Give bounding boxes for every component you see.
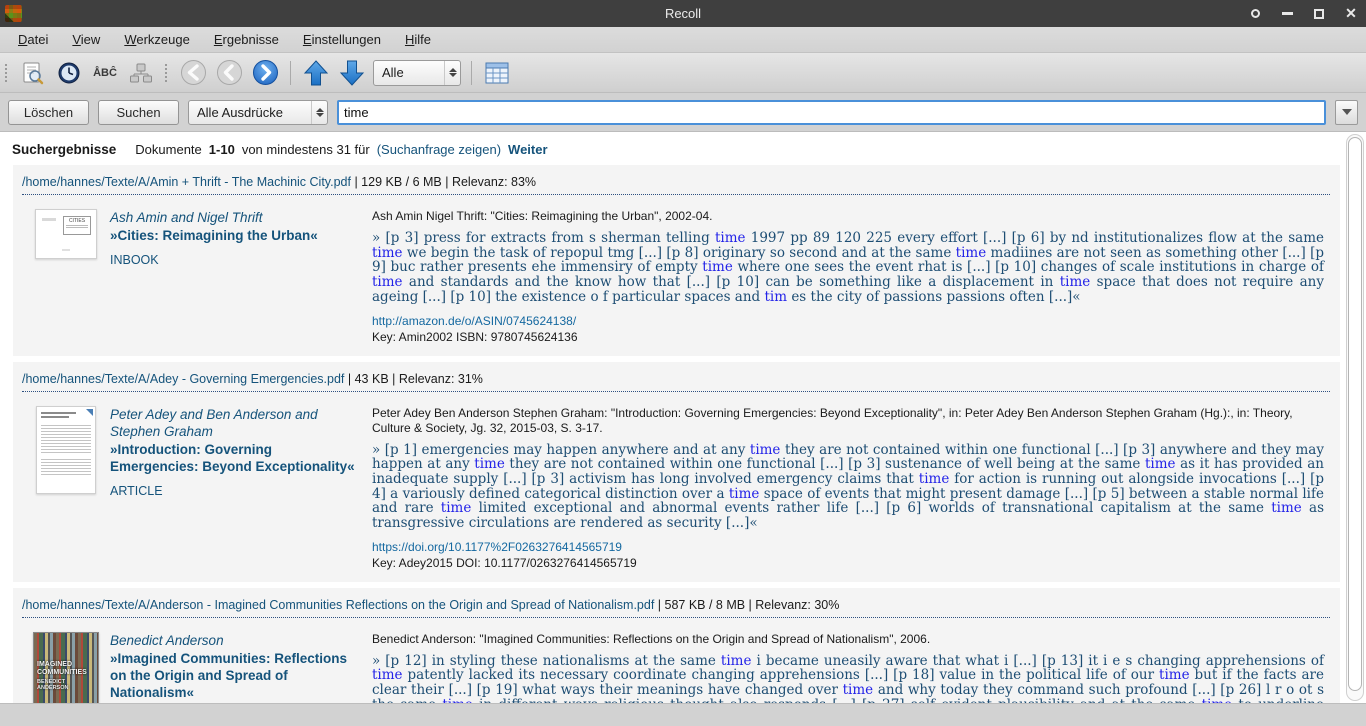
result-range: 1-10: [209, 142, 235, 157]
thumb-cover-text: CITIES: [69, 218, 85, 224]
search-mode-value: Alle Ausdrücke: [189, 105, 311, 120]
result-thumbnail[interactable]: IMAGINED COMMUNITIES BENEDICT ANDERSON: [33, 632, 99, 703]
show-query-link[interactable]: (Suchanfrage zeigen): [377, 142, 501, 157]
result-snippet: » [p 3] press for extracts from s sherma…: [372, 231, 1324, 305]
result-path-row: /home/hannes/Texte/A/Adey - Governing Em…: [22, 368, 1330, 391]
result-item: /home/hannes/Texte/A/Adey - Governing Em…: [13, 362, 1340, 582]
dotted-separator: [22, 617, 1330, 618]
toolbar-grip[interactable]: [5, 64, 9, 82]
spinner-arrows-icon: [444, 61, 460, 85]
thumb-cover-text: COMMUNITIES: [37, 669, 87, 677]
result-title: »Introduction: Governing Emergencies: Be…: [110, 441, 358, 475]
menu-view[interactable]: View: [60, 29, 112, 50]
result-authors: Peter Adey and Ben Anderson and Stephen …: [110, 406, 358, 440]
next-page-link[interactable]: Weiter: [508, 142, 548, 157]
dotted-separator: [22, 391, 1330, 392]
previous-page-icon[interactable]: [214, 58, 244, 88]
term-explorer-abc-icon[interactable]: ÅBĈ: [90, 58, 120, 88]
result-key: Key: Adey2015 DOI: 10.1177/0263276414565…: [372, 556, 1324, 570]
toolbar-grip[interactable]: [165, 64, 169, 82]
sort-by-date-clock-icon[interactable]: [54, 58, 84, 88]
window-menu-icon[interactable]: [1248, 7, 1262, 21]
thumb-cover-text: IMAGINED: [37, 661, 87, 669]
result-citation: Benedict Anderson: "Imagined Communities…: [372, 632, 1324, 647]
result-authors: Ash Amin and Nigel Thrift: [110, 209, 358, 226]
menu-einstellungen[interactable]: Einstellungen: [291, 29, 393, 50]
result-item: /home/hannes/Texte/A/Anderson - Imagined…: [13, 588, 1340, 703]
result-title: »Imagined Communities: Reflections on th…: [110, 650, 358, 701]
scroll-up-icon[interactable]: [301, 58, 331, 88]
next-page-icon[interactable]: [250, 58, 280, 88]
result-url-link[interactable]: http://amazon.de/o/ASIN/0745624138/: [372, 314, 1324, 328]
result-thumbnail[interactable]: [36, 406, 96, 494]
result-url-link[interactable]: https://doi.org/10.1177%2F02632764145657…: [372, 540, 1324, 554]
statusbar: [0, 703, 1366, 726]
menu-hilfe[interactable]: Hilfe: [393, 29, 443, 50]
result-path-row: /home/hannes/Texte/A/Anderson - Imagined…: [22, 594, 1330, 617]
result-authors: Benedict Anderson: [110, 632, 358, 649]
first-page-icon[interactable]: [178, 58, 208, 88]
clear-button[interactable]: Löschen: [8, 100, 89, 125]
result-path-link[interactable]: /home/hannes/Texte/A/Amin + Thrift - The…: [22, 175, 351, 189]
result-path-link[interactable]: /home/hannes/Texte/A/Adey - Governing Em…: [22, 372, 344, 386]
menu-ergebnisse[interactable]: Ergebnisse: [202, 29, 291, 50]
result-path-row: /home/hannes/Texte/A/Amin + Thrift - The…: [22, 171, 1330, 194]
result-title: »Cities: Reimagining the Urban«: [110, 227, 358, 244]
thumb-cover-text: ANDERSON: [37, 685, 68, 692]
maximize-icon[interactable]: [1312, 7, 1326, 21]
result-path-link[interactable]: /home/hannes/Texte/A/Anderson - Imagined…: [22, 598, 654, 612]
close-icon[interactable]: ✕: [1344, 7, 1358, 21]
vertical-scrollbar[interactable]: [1346, 134, 1364, 701]
result-meta: | 129 KB / 6 MB | Relevanz: 83%: [351, 175, 536, 189]
toolbar-separator: [471, 61, 472, 85]
search-button[interactable]: Suchen: [98, 100, 179, 125]
result-doctype: INBOOK: [110, 253, 358, 267]
results-header: Suchergebnisse Dokumente 1-10 von mindes…: [0, 132, 1344, 165]
result-snippet: » [p 12] in styling these nationalisms a…: [372, 654, 1324, 703]
dotted-separator: [22, 194, 1330, 195]
result-citation: Peter Adey Ben Anderson Stephen Graham: …: [372, 406, 1324, 436]
result-meta: | 43 KB | Relevanz: 31%: [344, 372, 483, 386]
result-thumbnail[interactable]: CITIES: [35, 209, 97, 259]
preview-document-icon[interactable]: [18, 58, 48, 88]
spinner-arrows-icon: [311, 101, 327, 124]
result-doctype: ARTICLE: [110, 484, 358, 498]
results-count-text: von mindestens 31 für: [242, 142, 370, 157]
scroll-down-icon[interactable]: [337, 58, 367, 88]
search-input[interactable]: [337, 100, 1326, 125]
result-table-view-icon[interactable]: [482, 58, 512, 88]
minimize-icon[interactable]: [1280, 7, 1294, 21]
menubar: Datei View Werkzeuge Ergebnisse Einstell…: [0, 27, 1366, 53]
result-key: Key: Amin2002 ISBN: 9780745624136: [372, 330, 1324, 344]
menu-werkzeuge[interactable]: Werkzeuge: [112, 29, 202, 50]
category-filter-value: Alle: [374, 65, 444, 80]
sort-parameters-tree-icon[interactable]: [126, 58, 156, 88]
search-history-dropdown-button[interactable]: [1335, 100, 1358, 125]
window-title: Recoll: [0, 6, 1366, 21]
result-item: /home/hannes/Texte/A/Amin + Thrift - The…: [13, 165, 1340, 356]
scrollbar-thumb[interactable]: [1348, 137, 1362, 691]
category-filter-select[interactable]: Alle: [373, 60, 461, 86]
result-snippet: » [p 1] emergencies may happen anywhere …: [372, 443, 1324, 531]
toolbar: ÅBĈ: [0, 53, 1366, 93]
search-mode-select[interactable]: Alle Ausdrücke: [188, 100, 328, 125]
result-citation: Ash Amin Nigel Thrift: "Cities: Reimagin…: [372, 209, 1324, 224]
docs-label: Dokumente: [135, 142, 201, 157]
titlebar: Recoll ✕: [0, 0, 1366, 27]
toolbar-separator: [290, 61, 291, 85]
search-row: Löschen Suchen Alle Ausdrücke: [0, 93, 1366, 132]
result-meta: | 587 KB / 8 MB | Relevanz: 30%: [654, 598, 839, 612]
results-area: Suchergebnisse Dokumente 1-10 von mindes…: [0, 132, 1344, 703]
results-title: Suchergebnisse: [12, 142, 116, 157]
menu-datei[interactable]: Datei: [6, 29, 60, 50]
